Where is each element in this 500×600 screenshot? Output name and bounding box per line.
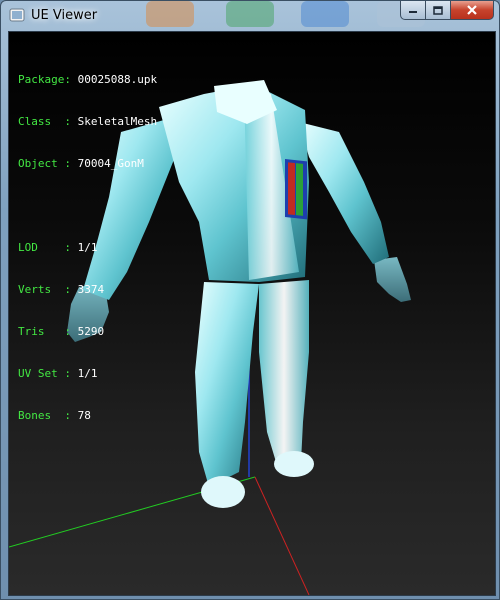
info-lod: LOD : 1/1 — [18, 241, 98, 254]
minimize-icon — [409, 11, 417, 13]
info-object: Object : 70004_GonM — [18, 157, 144, 170]
minimize-button[interactable] — [400, 1, 426, 20]
ue-viewer-window: UE Viewer Package: 00025088.upk Class: … — [0, 0, 500, 600]
info-package: Package: 00025088.upk — [18, 73, 158, 86]
close-icon — [467, 5, 477, 15]
window-controls — [400, 1, 494, 21]
window-title: UE Viewer — [31, 8, 98, 23]
info-verts: Verts : 3374 — [18, 283, 105, 296]
info-class: Class : SkeletalMesh — [18, 115, 158, 128]
info-tris: Tris : 5290 — [18, 325, 105, 338]
3d-viewport[interactable]: Package: 00025088.upk Class : SkeletalMe… — [8, 31, 496, 596]
axis-x-line — [254, 476, 310, 595]
close-button[interactable] — [451, 1, 494, 20]
info-bones: Bones : 78 — [18, 409, 91, 422]
title-bar[interactable]: UE Viewer — [1, 1, 499, 31]
maximize-button[interactable] — [426, 1, 451, 20]
info-uvset: UV Set : 1/1 — [18, 367, 98, 380]
app-icon — [9, 8, 25, 22]
mesh-info-overlay: Package: 00025088.upk Class : SkeletalMe… — [18, 45, 157, 451]
maximize-icon — [433, 5, 443, 15]
